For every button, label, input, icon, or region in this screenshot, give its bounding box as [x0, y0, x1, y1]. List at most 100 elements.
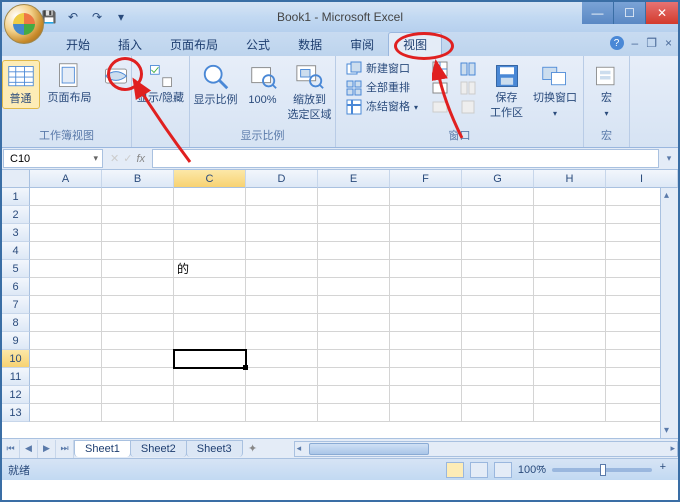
cell-D2[interactable]: [246, 206, 318, 224]
help-icon[interactable]: ?: [610, 36, 624, 50]
cell-G8[interactable]: [462, 314, 534, 332]
unhide-button[interactable]: [430, 98, 450, 116]
minimize-button[interactable]: —: [582, 2, 614, 24]
sheet-nav-prev[interactable]: ◀: [20, 440, 38, 458]
row-header-5[interactable]: 5: [2, 260, 30, 278]
qat-undo[interactable]: ↶: [64, 8, 82, 26]
col-header-G[interactable]: G: [462, 170, 534, 188]
doc-minimize-icon[interactable]: –: [632, 36, 639, 50]
cell-A6[interactable]: [30, 278, 102, 296]
cell-G2[interactable]: [462, 206, 534, 224]
cell-G13[interactable]: [462, 404, 534, 422]
cell-E11[interactable]: [318, 368, 390, 386]
row-header-8[interactable]: 8: [2, 314, 30, 332]
cell-E13[interactable]: [318, 404, 390, 422]
close-button[interactable]: ✕: [646, 2, 678, 24]
tab-page-layout[interactable]: 页面布局: [156, 33, 232, 56]
cell-F7[interactable]: [390, 296, 462, 314]
cell-F8[interactable]: [390, 314, 462, 332]
row-header-11[interactable]: 11: [2, 368, 30, 386]
cell-G10[interactable]: [462, 350, 534, 368]
cell-F5[interactable]: [390, 260, 462, 278]
cell-D4[interactable]: [246, 242, 318, 260]
cell-G12[interactable]: [462, 386, 534, 404]
cell-A7[interactable]: [30, 296, 102, 314]
cell-E10[interactable]: [318, 350, 390, 368]
view-normal-status[interactable]: [446, 462, 464, 478]
split-button[interactable]: [430, 60, 450, 78]
row-header-2[interactable]: 2: [2, 206, 30, 224]
cell-B8[interactable]: [102, 314, 174, 332]
cell-F10[interactable]: [390, 350, 462, 368]
tab-data[interactable]: 数据: [284, 33, 336, 56]
sheet-nav-next[interactable]: ▶: [38, 440, 56, 458]
row-header-1[interactable]: 1: [2, 188, 30, 206]
name-box[interactable]: C10: [3, 149, 103, 168]
cell-H2[interactable]: [534, 206, 606, 224]
row-header-9[interactable]: 9: [2, 332, 30, 350]
cell-C8[interactable]: [174, 314, 246, 332]
cell-H1[interactable]: [534, 188, 606, 206]
row-header-4[interactable]: 4: [2, 242, 30, 260]
new-window-button[interactable]: 新建窗口: [344, 60, 420, 78]
cell-C2[interactable]: [174, 206, 246, 224]
cell-H10[interactable]: [534, 350, 606, 368]
view-page-break-status[interactable]: [494, 462, 512, 478]
cell-A9[interactable]: [30, 332, 102, 350]
cell-C7[interactable]: [174, 296, 246, 314]
row-header-12[interactable]: 12: [2, 386, 30, 404]
zoom-button[interactable]: 显示比例: [192, 60, 240, 109]
macros-button[interactable]: 宏 ▾: [591, 60, 623, 122]
cell-E6[interactable]: [318, 278, 390, 296]
row-header-3[interactable]: 3: [2, 224, 30, 242]
cell-C13[interactable]: [174, 404, 246, 422]
cell-B6[interactable]: [102, 278, 174, 296]
cell-D8[interactable]: [246, 314, 318, 332]
cell-B3[interactable]: [102, 224, 174, 242]
cell-G4[interactable]: [462, 242, 534, 260]
show-hide-button[interactable]: 显示/隐藏: [135, 60, 186, 107]
cell-D1[interactable]: [246, 188, 318, 206]
cell-C12[interactable]: [174, 386, 246, 404]
cell-A10[interactable]: [30, 350, 102, 368]
cell-D5[interactable]: [246, 260, 318, 278]
cell-D7[interactable]: [246, 296, 318, 314]
cell-C3[interactable]: [174, 224, 246, 242]
cell-F4[interactable]: [390, 242, 462, 260]
save-workspace-button[interactable]: 保存 工作区: [488, 60, 525, 122]
cell-H13[interactable]: [534, 404, 606, 422]
cell-C9[interactable]: [174, 332, 246, 350]
cell-E1[interactable]: [318, 188, 390, 206]
cell-E3[interactable]: [318, 224, 390, 242]
sheet-tab-1[interactable]: Sheet1: [74, 440, 131, 457]
tab-review[interactable]: 审阅: [336, 33, 388, 56]
col-header-A[interactable]: A: [30, 170, 102, 188]
cell-A2[interactable]: [30, 206, 102, 224]
cell-A12[interactable]: [30, 386, 102, 404]
cell-F12[interactable]: [390, 386, 462, 404]
cell-A11[interactable]: [30, 368, 102, 386]
cell-A4[interactable]: [30, 242, 102, 260]
view-page-layout[interactable]: 页面布局: [46, 60, 94, 107]
new-sheet-button[interactable]: ✦: [242, 442, 264, 455]
enter-formula-icon[interactable]: ✓: [123, 152, 132, 165]
cell-E2[interactable]: [318, 206, 390, 224]
cell-B13[interactable]: [102, 404, 174, 422]
tab-insert[interactable]: 插入: [104, 33, 156, 56]
view-page-layout-status[interactable]: [470, 462, 488, 478]
row-header-6[interactable]: 6: [2, 278, 30, 296]
cell-G5[interactable]: [462, 260, 534, 278]
select-all-corner[interactable]: [2, 170, 30, 188]
col-header-H[interactable]: H: [534, 170, 606, 188]
cell-E7[interactable]: [318, 296, 390, 314]
cell-F3[interactable]: [390, 224, 462, 242]
horizontal-scrollbar[interactable]: [294, 441, 678, 457]
cell-E4[interactable]: [318, 242, 390, 260]
cell-E12[interactable]: [318, 386, 390, 404]
cell-B9[interactable]: [102, 332, 174, 350]
cell-F13[interactable]: [390, 404, 462, 422]
cell-H4[interactable]: [534, 242, 606, 260]
cell-E8[interactable]: [318, 314, 390, 332]
col-header-C[interactable]: C: [174, 170, 246, 188]
col-header-I[interactable]: I: [606, 170, 678, 188]
